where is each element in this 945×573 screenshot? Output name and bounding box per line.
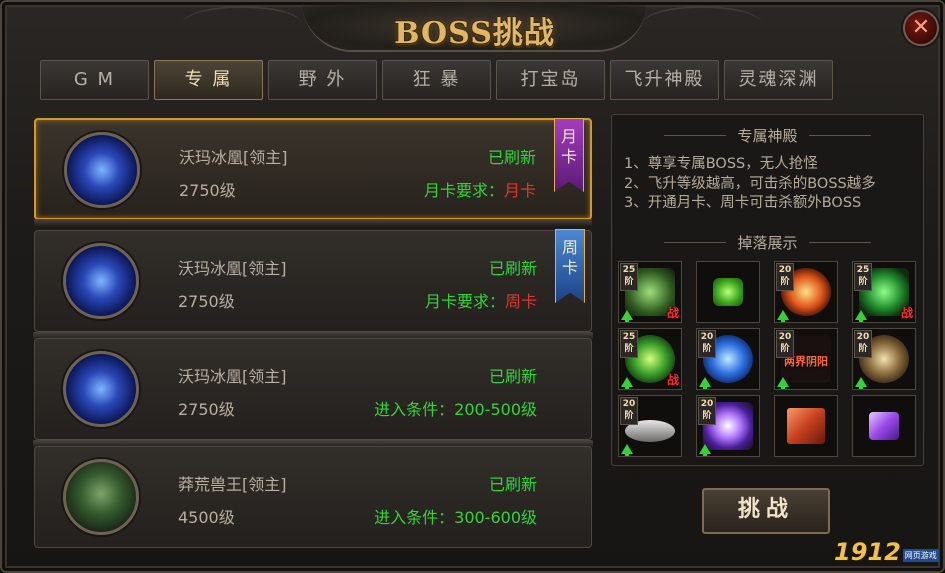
purple-crystal-icon (869, 412, 899, 440)
entry-requirement: 进入条件：300-600级 (374, 508, 537, 527)
rule-line: 1、尊享专属BOSS，无人抢怪 (624, 156, 818, 172)
boss-level: 2750级 (179, 181, 236, 200)
upgrade-arrow-icon (621, 377, 633, 389)
boss-name: 沃玛冰凰[领主] (178, 367, 287, 386)
boss-challenge-window: BOSS挑战 ✕ G M 专 属 野 外 狂 暴 打宝岛 飞升神殿 灵魂深渊 沃… (0, 0, 945, 573)
rule-line: 2、飞升等级越高，可击杀的BOSS越多 (624, 176, 876, 192)
boss-list: 沃玛冰凰[领主] 2750级 已刷新 月卡要求：月卡 月卡 沃玛冰凰[领主] 2… (32, 114, 596, 550)
drop-slot[interactable]: 20阶 (696, 395, 760, 457)
tab-soul-abyss[interactable]: 灵魂深渊 (724, 60, 833, 100)
tab-treasure-island[interactable]: 打宝岛 (496, 60, 605, 100)
monthly-card-ribbon: 月卡 (554, 118, 584, 192)
refresh-status: 已刷新 (488, 475, 537, 494)
upgrade-arrow-icon (699, 377, 711, 389)
boss-card[interactable]: 莽荒兽王[领主] 4500级 已刷新 进入条件：300-600级 (34, 446, 592, 548)
boss-card[interactable]: 沃玛冰凰[领主] 2750级 已刷新 月卡要求：周卡 周卡 (33, 229, 593, 340)
boss-level: 2750级 (178, 292, 235, 311)
drop-slot[interactable] (852, 395, 916, 457)
ice-phoenix-icon (63, 243, 139, 319)
challenge-button[interactable]: 挑战 (702, 488, 830, 534)
upgrade-arrow-icon (855, 310, 867, 322)
tab-berserk[interactable]: 狂 暴 (382, 60, 491, 100)
boss-name: 沃玛冰凰[领主] (178, 259, 287, 278)
drop-slot[interactable]: 25阶战 (618, 261, 682, 323)
refresh-status: 已刷新 (488, 367, 537, 386)
tab-wild[interactable]: 野 外 (268, 60, 377, 100)
boss-level: 2750级 (178, 400, 235, 419)
gift-box-icon (787, 408, 825, 444)
drop-slot[interactable]: 25阶战 (618, 328, 682, 390)
entry-requirement: 月卡要求：月卡 (423, 181, 536, 200)
tab-ascension-temple[interactable]: 飞升神殿 (610, 60, 719, 100)
site-watermark: 1912 网页游戏 (834, 538, 939, 566)
boss-level: 4500级 (178, 508, 235, 527)
info-title: 专属神殿 (612, 125, 923, 146)
drop-grid: 25阶战 20阶 25阶战 25阶战 20阶 两界阴阳 20阶 20阶 20阶 2… (618, 261, 916, 457)
boss-name: 沃玛冰凰[领主] (179, 148, 288, 167)
beast-king-icon (63, 459, 139, 535)
card-rail (34, 219, 592, 227)
drop-slot[interactable] (774, 395, 838, 457)
window-title: BOSS挑战 (394, 16, 555, 51)
boss-card[interactable]: 沃玛冰凰[领主] 2750级 已刷新 进入条件：200-500级 (33, 338, 593, 448)
drops-title: 掉落展示 (612, 232, 923, 253)
drop-slot[interactable]: 25阶战 (852, 261, 916, 323)
close-button[interactable]: ✕ (903, 10, 939, 46)
info-panel: 专属神殿 1、尊享专属BOSS，无人抢怪 2、飞升等级越高，可击杀的BOSS越多… (611, 114, 924, 466)
category-tabs: G M 专 属 野 外 狂 暴 打宝岛 飞升神殿 灵魂深渊 (40, 60, 833, 100)
upgrade-arrow-icon (777, 310, 789, 322)
weekly-card-ribbon: 周卡 (555, 229, 585, 303)
drop-slot[interactable]: 20阶 (618, 395, 682, 457)
upgrade-arrow-icon (855, 377, 867, 389)
tab-exclusive[interactable]: 专 属 (154, 60, 263, 100)
drop-slot[interactable]: 20阶 (852, 328, 916, 390)
tab-gm[interactable]: G M (40, 60, 149, 100)
drop-slot[interactable] (696, 261, 760, 323)
upgrade-arrow-icon (777, 377, 789, 389)
drop-slot[interactable]: 两界阴阳 20阶 (774, 328, 838, 390)
entry-requirement: 月卡要求：周卡 (424, 292, 537, 311)
green-gem-icon (713, 278, 743, 306)
entry-requirement: 进入条件：200-500级 (374, 400, 537, 419)
upgrade-arrow-icon (699, 444, 711, 456)
drop-slot[interactable]: 20阶 (696, 328, 760, 390)
ice-phoenix-icon (64, 132, 140, 208)
refresh-status: 已刷新 (488, 259, 537, 278)
boss-card[interactable]: 沃玛冰凰[领主] 2750级 已刷新 月卡要求：月卡 月卡 (34, 118, 592, 227)
drop-slot[interactable]: 20阶 (774, 261, 838, 323)
right-ornament (642, 6, 762, 42)
title-banner: BOSS挑战 (302, 2, 647, 52)
upgrade-arrow-icon (621, 310, 633, 322)
left-ornament (182, 6, 302, 42)
rule-line: 3、开通月卡、周卡可击杀额外BOSS (624, 195, 862, 211)
refresh-status: 已刷新 (487, 148, 536, 167)
upgrade-arrow-icon (621, 444, 633, 456)
ice-phoenix-icon (63, 351, 139, 427)
boss-name: 莽荒兽王[领主] (178, 475, 287, 494)
